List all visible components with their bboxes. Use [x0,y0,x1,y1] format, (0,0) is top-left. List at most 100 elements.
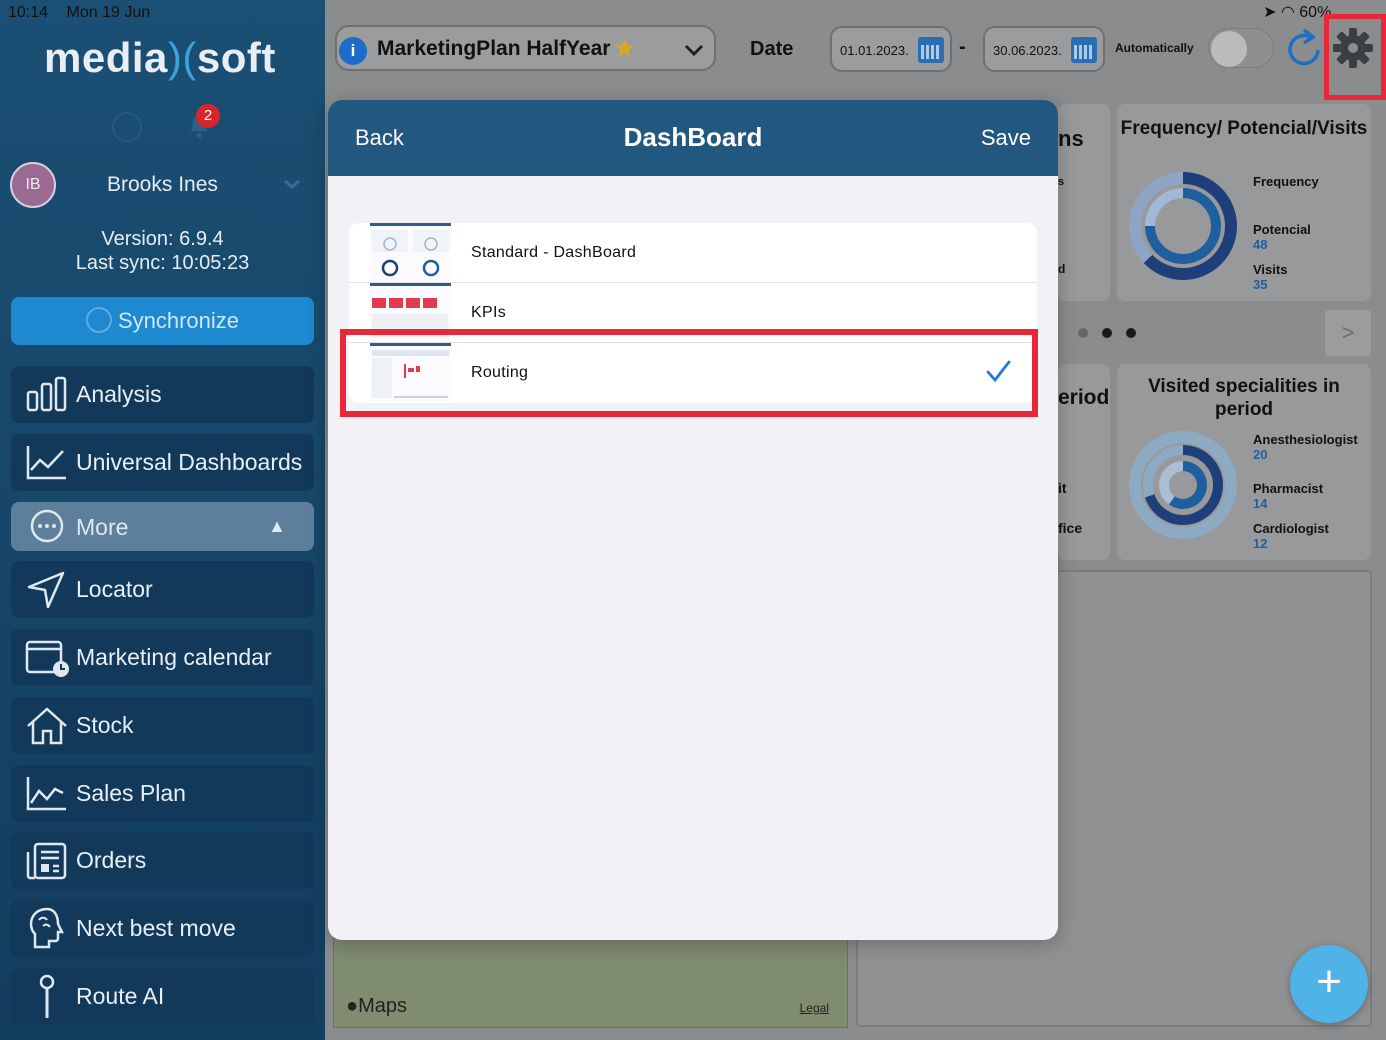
nav-item-sales-plan[interactable]: Sales Plan [11,765,314,822]
card-partial-bottom: eriod it fice [1058,364,1110,560]
nav-item-next-best-move[interactable]: Next best move [11,900,314,957]
partial-text: it [1058,480,1067,496]
automatically-toggle[interactable] [1208,28,1274,68]
dashboard-modal: Back DashBoard Save Standard - DashBoard [328,100,1058,940]
document-list-icon [26,842,67,880]
nav-label: Stock [76,712,134,738]
nav-item-stock[interactable]: Stock [11,697,314,754]
help-icon[interactable] [112,112,142,142]
notification-badge: 2 [196,104,220,128]
nav-item-route-ai[interactable]: Route AI [11,968,314,1025]
calendar-icon[interactable] [918,37,944,63]
nav-item-locator[interactable]: Locator [11,561,314,618]
nav-label: Orders [76,847,147,873]
status-date: Mon 19 Jun [66,4,151,21]
wifi-icon: ◠ [1280,4,1295,21]
status-bar-right: ➤ ◠ 60% [1263,2,1331,22]
legal-link[interactable]: Legal [800,1001,829,1015]
caret-up-icon: ▲ [268,516,286,536]
nav-label: Universal Dashboards [76,449,303,475]
synchronize-button[interactable]: Synchronize [11,297,314,345]
chevron-down-icon [284,179,300,189]
more-dots-icon [30,509,64,543]
page-indicator[interactable] [1078,325,1150,343]
next-page-button[interactable]: > [1325,310,1371,356]
modal-header: Back DashBoard Save [328,100,1058,176]
legend-item: Potencial 48 [1253,222,1311,252]
nav-label: Analysis [76,381,162,407]
avatar: IB [10,162,56,208]
sidebar-top-icons: 2 [110,100,230,150]
option-label: Standard - DashBoard [471,244,637,261]
nav-item-universal-dashboards[interactable]: Universal Dashboards [11,434,314,491]
card-partial-top: ns s d [1058,104,1110,301]
brain-head-icon [29,907,65,949]
specialities-card[interactable]: Visited specialities in period Anesthesi… [1117,364,1371,560]
frequency-card[interactable]: Frequency/ Potencial/Visits Frequency Po… [1117,104,1371,301]
partial-text: fice [1058,520,1083,536]
page-dot [1102,328,1112,338]
nav-label: Marketing calendar [76,644,272,670]
nav-item-marketing-calendar[interactable]: Marketing calendar [11,629,314,686]
date-from-value: 01.01.2023. [840,43,909,58]
partial-text: s [1058,176,1065,188]
apple-icon: ● [346,995,359,1017]
refresh-icon[interactable] [1285,26,1325,70]
legend-item: Frequency [1253,174,1319,189]
chevron-down-icon [684,44,704,57]
nav-label: Locator [76,576,153,602]
bar-chart-icon [26,376,67,412]
automatically-label: Automatically [1115,41,1194,55]
logo-separator-icon: )( [167,34,197,81]
sync-icon [85,307,112,334]
nav-label: More [76,514,129,540]
map-view[interactable]: ●Maps Legal [333,938,848,1028]
option-standard-dashboard[interactable]: Standard - DashBoard [349,223,1037,283]
date-from-field[interactable]: 01.01.2023. [830,26,952,72]
gear-highlight-box [1324,14,1386,100]
user-selector[interactable]: IB Brooks Ines [10,162,310,208]
star-icon: ★ [613,33,637,63]
home-icon [27,707,67,745]
save-button[interactable]: Save [981,125,1031,151]
partial-text: eriod [1058,386,1110,409]
card-title: Visited specialities in period [1148,376,1340,420]
donut-hole [1169,471,1197,499]
location-icon: ➤ [1263,4,1277,21]
plan-select[interactable]: i MarketingPlan HalfYear ★ [335,25,716,71]
legend-item: Cardiologist 12 [1253,521,1329,551]
date-to-field[interactable]: 30.06.2023. [983,26,1105,72]
calendar-clock-icon [25,640,69,677]
app-logo: media)(soft [44,34,276,82]
line-chart-icon [26,446,66,480]
info-icon[interactable]: i [339,37,367,65]
sidebar: 10:14 Mon 19 Jun media)(soft 2 IB Brooks… [0,0,325,1040]
last-sync: Last sync: 10:05:23 [75,252,250,274]
top-bar: i MarketingPlan HalfYear ★ Date 01.01.20… [325,0,1386,100]
option-label: KPIs [471,304,506,321]
calendar-icon[interactable] [1071,37,1097,63]
nav-item-analysis[interactable]: Analysis [11,366,314,423]
nav-item-more[interactable]: More ▲ [11,502,314,551]
legend-item: Visits 35 [1253,262,1288,292]
status-time: 10:14 [8,4,49,21]
nav-item-orders[interactable]: Orders [11,832,314,889]
date-to-value: 30.06.2023. [993,43,1062,58]
routing-highlight-box [340,329,1038,417]
page-dot [1078,328,1088,338]
synchronize-label: Synchronize [117,308,240,333]
legend-item: Pharmacist 14 [1253,481,1324,511]
card-title: Frequency/ Potencial/Visits [1120,118,1368,139]
thumbnail-standard [370,223,451,282]
add-button[interactable]: + [1290,945,1368,1023]
trend-chart-icon [26,777,66,811]
legend-item: Anesthesiologist 20 [1253,432,1358,462]
modal-title: DashBoard [623,122,763,152]
logo-text-right: soft [196,34,276,81]
donut-hole [1155,198,1211,254]
status-bar-left: 10:14 Mon 19 Jun [8,4,164,22]
navigation-arrow-icon [27,571,65,609]
date-range-separator: - [959,36,966,58]
app-version: Version: 6.9.4 [101,228,224,250]
partial-text: d [1058,262,1066,276]
